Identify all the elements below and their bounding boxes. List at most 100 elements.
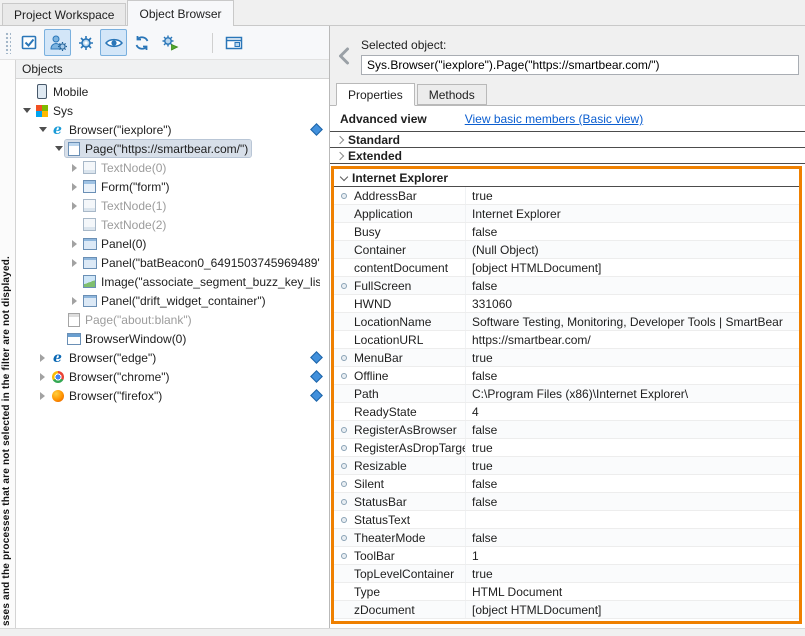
run-settings-button[interactable]	[156, 29, 183, 56]
property-row[interactable]: ReadyState 4	[334, 403, 799, 421]
basic-view-link[interactable]: View basic members (Basic view)	[465, 112, 644, 126]
section-extended[interactable]: Extended	[330, 148, 805, 164]
highlight-object-button[interactable]	[16, 29, 43, 56]
track-process-user-gear-icon	[48, 33, 68, 53]
property-name: contentDocument	[354, 259, 466, 276]
node-wrap: Image("associate_segment_buzz_key_liste	[81, 273, 323, 290]
property-row[interactable]: TheaterMode false	[334, 529, 799, 547]
tree-node[interactable]: Browser("firefox")	[16, 386, 329, 405]
expand-arrow[interactable]	[36, 367, 49, 386]
expand-arrow[interactable]	[20, 82, 33, 101]
tree-node[interactable]: Sys	[16, 101, 329, 120]
expand-arrow[interactable]	[68, 272, 81, 291]
refresh-button[interactable]	[128, 29, 155, 56]
expand-arrow[interactable]	[68, 234, 81, 253]
property-row[interactable]: zDocument [object HTMLDocument]	[334, 601, 799, 619]
property-row[interactable]: Resizable true	[334, 457, 799, 475]
node-wrap: Form("form")	[81, 178, 173, 195]
property-row[interactable]: Container (Null Object)	[334, 241, 799, 259]
view-mode-row: Advanced view View basic members (Basic …	[330, 109, 805, 132]
property-row[interactable]: Path C:\Program Files (x86)\Internet Exp…	[334, 385, 799, 403]
expand-arrow[interactable]	[52, 329, 65, 348]
property-row[interactable]: FullScreen false	[334, 277, 799, 295]
tab-project-workspace[interactable]: Project Workspace	[2, 3, 126, 26]
property-row[interactable]: Offline false	[334, 367, 799, 385]
tree-node[interactable]: Image("associate_segment_buzz_key_liste	[16, 272, 329, 291]
property-name: Resizable	[354, 457, 466, 474]
tree-node[interactable]: TextNode(0)	[16, 158, 329, 177]
toolbar-grip-handle[interactable]	[5, 32, 11, 54]
tree-node[interactable]: Panel(0)	[16, 234, 329, 253]
property-row[interactable]: Busy false	[334, 223, 799, 241]
tab-properties[interactable]: Properties	[336, 83, 415, 106]
tree-node[interactable]: Panel("batBeacon0_6491503745969489")	[16, 253, 329, 272]
node-label: BrowserWindow(0)	[85, 332, 186, 346]
property-row[interactable]: HWND 331060	[334, 295, 799, 313]
main-content: sses and the processes that are not sele…	[0, 26, 805, 628]
expand-arrow[interactable]	[68, 215, 81, 234]
node-label: TextNode(0)	[101, 161, 166, 175]
pick-target-icon[interactable]	[310, 389, 323, 402]
property-row[interactable]: LocationURL https://smartbear.com/	[334, 331, 799, 349]
property-row[interactable]: Type HTML Document	[334, 583, 799, 601]
object-browser-toolbar	[0, 26, 329, 60]
tree-node[interactable]: Mobile	[16, 82, 329, 101]
expand-arrow[interactable]	[36, 386, 49, 405]
selected-object-input[interactable]	[361, 55, 799, 75]
section-internet-explorer[interactable]: Internet Explorer	[334, 169, 799, 187]
property-row[interactable]: RegisterAsBrowser false	[334, 421, 799, 439]
expand-arrow[interactable]	[68, 291, 81, 310]
property-row[interactable]: Application Internet Explorer	[334, 205, 799, 223]
settings-button[interactable]	[72, 29, 99, 56]
track-process-button[interactable]	[44, 29, 71, 56]
show-objects-button[interactable]	[100, 29, 127, 56]
tree-node[interactable]: Browser("iexplore")	[16, 120, 329, 139]
tree-node[interactable]: Page("https://smartbear.com/")	[16, 139, 329, 158]
tab-object-browser[interactable]: Object Browser	[127, 0, 233, 26]
tree-node[interactable]: BrowserWindow(0)	[16, 329, 329, 348]
expand-arrow[interactable]	[68, 158, 81, 177]
property-row[interactable]: MenuBar true	[334, 349, 799, 367]
property-name: zDocument	[354, 601, 466, 618]
property-row[interactable]: StatusBar false	[334, 493, 799, 511]
expand-arrow[interactable]	[36, 120, 49, 139]
expand-arrow[interactable]	[68, 253, 81, 272]
expand-arrow[interactable]	[52, 310, 65, 329]
pick-target-icon[interactable]	[310, 370, 323, 383]
property-row[interactable]: AddressBar true	[334, 187, 799, 205]
new-panel-button[interactable]	[220, 29, 247, 56]
pick-target-icon[interactable]	[310, 123, 323, 136]
expand-arrow[interactable]	[68, 177, 81, 196]
expand-arrow[interactable]	[52, 139, 65, 158]
property-row[interactable]: LocationName Software Testing, Monitorin…	[334, 313, 799, 331]
property-row[interactable]: Silent false	[334, 475, 799, 493]
node-wrap: BrowserWindow(0)	[65, 330, 189, 347]
expand-arrow[interactable]	[20, 101, 33, 120]
selected-object-area: Selected object:	[330, 26, 805, 82]
section-standard[interactable]: Standard	[330, 132, 805, 148]
property-name: AddressBar	[354, 187, 466, 204]
tab-methods[interactable]: Methods	[417, 84, 487, 105]
expand-arrow[interactable]	[68, 196, 81, 215]
property-row[interactable]: contentDocument [object HTMLDocument]	[334, 259, 799, 277]
pick-target-icon[interactable]	[310, 351, 323, 364]
node-icon	[66, 331, 81, 346]
back-button[interactable]	[332, 43, 358, 69]
tree-node[interactable]: Form("form")	[16, 177, 329, 196]
tree-node[interactable]: TextNode(1)	[16, 196, 329, 215]
filter-note-strip: sses and the processes that are not sele…	[0, 60, 15, 628]
settings-gear-icon	[76, 33, 96, 53]
property-row[interactable]: RegisterAsDropTarget true	[334, 439, 799, 457]
tree-node[interactable]: Browser("edge")	[16, 348, 329, 367]
property-row[interactable]: TopLevelContainer true	[334, 565, 799, 583]
tree-node[interactable]: Page("about:blank")	[16, 310, 329, 329]
tree-node[interactable]: Browser("chrome")	[16, 367, 329, 386]
tree-node[interactable]: TextNode(2)	[16, 215, 329, 234]
property-row[interactable]: ToolBar 1	[334, 547, 799, 565]
tree-node[interactable]: Panel("drift_widget_container")	[16, 291, 329, 310]
node-label: Browser("edge")	[69, 351, 156, 365]
property-row[interactable]: StatusText	[334, 511, 799, 529]
expand-arrow[interactable]	[36, 348, 49, 367]
status-bar	[0, 628, 805, 636]
workspace-tabbar: Project Workspace Object Browser	[0, 0, 805, 26]
